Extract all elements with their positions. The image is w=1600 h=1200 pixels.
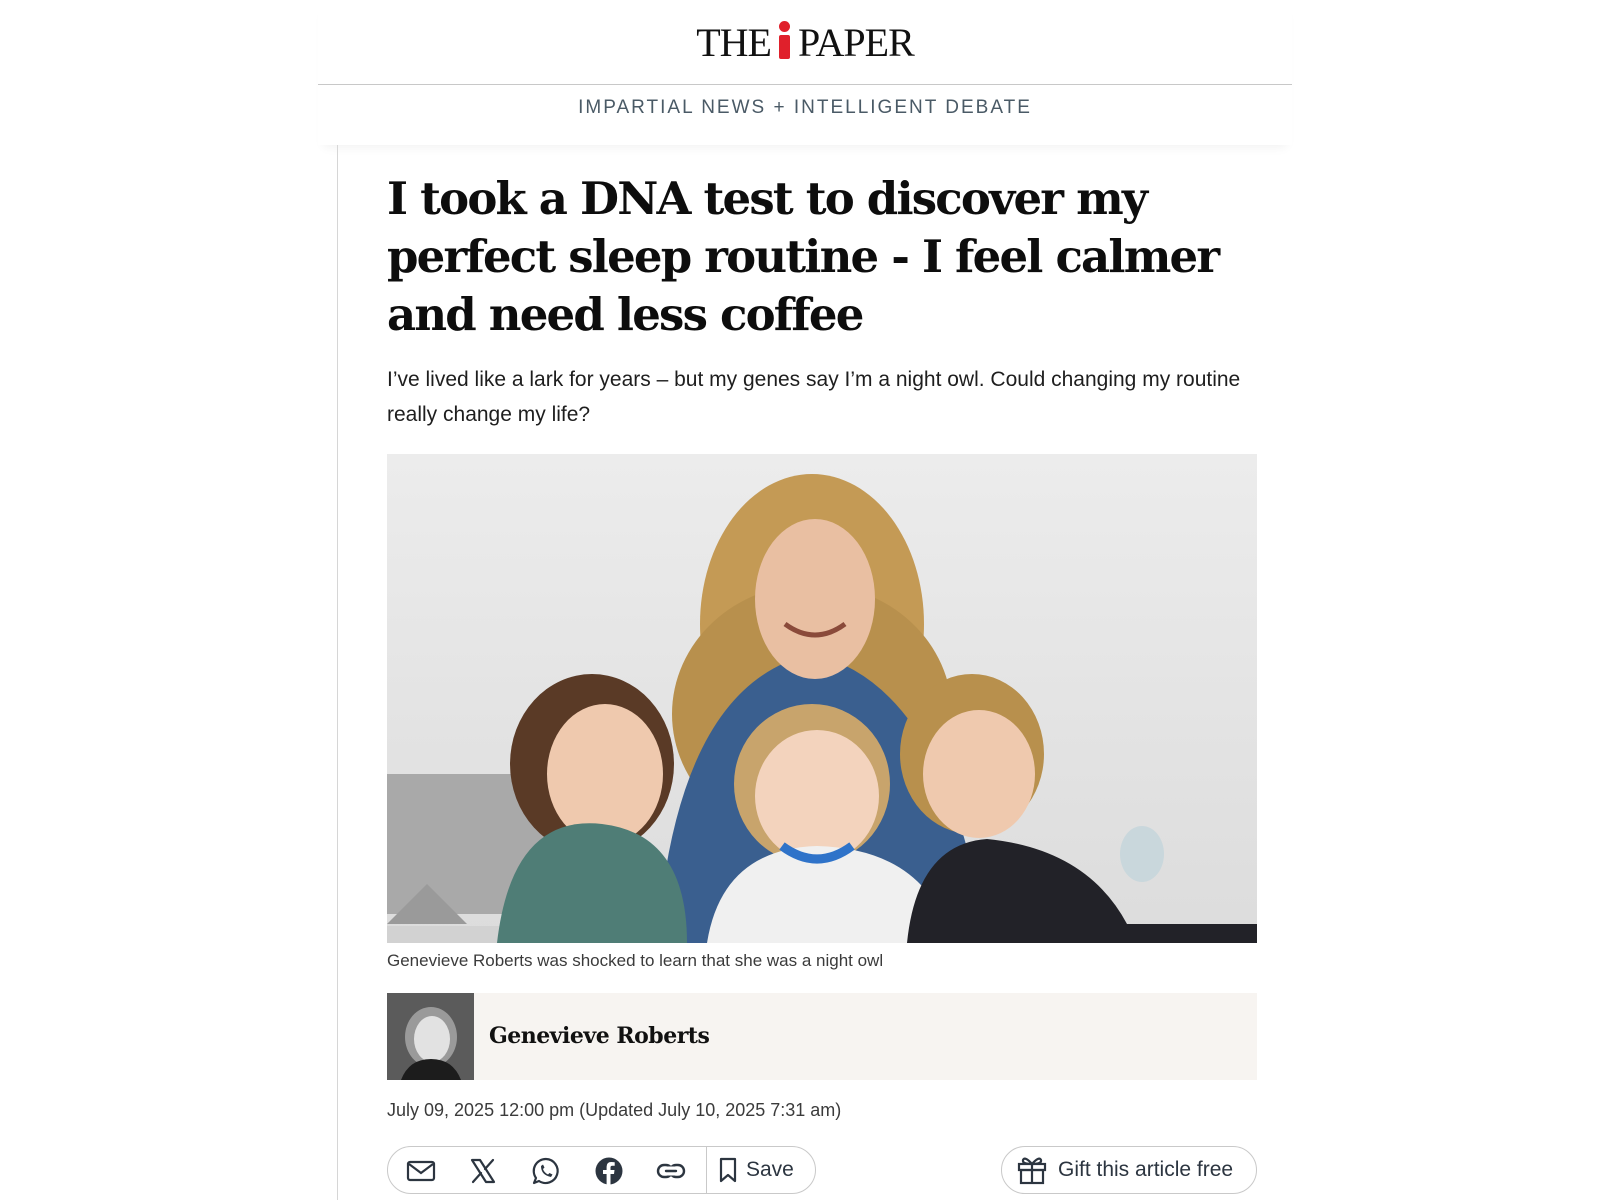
share-bar: Save [387, 1146, 816, 1194]
masthead-divider [318, 84, 1292, 85]
photo-caption: Genevieve Roberts was shocked to learn t… [387, 951, 884, 970]
site-logo[interactable]: THE PAPER [318, 18, 1292, 68]
share-whatsapp-button[interactable] [529, 1154, 563, 1188]
article-headline: I took a DNA test to discover my perfect… [387, 172, 1220, 341]
facebook-icon [595, 1157, 623, 1185]
publish-date: July 09, 2025 12:00 pm (Updated July 10,… [387, 1100, 842, 1120]
column-rule [337, 145, 338, 1200]
save-label: Save [746, 1158, 794, 1181]
share-divider [706, 1147, 707, 1193]
gift-icon [1017, 1157, 1047, 1185]
share-email-button[interactable] [404, 1154, 438, 1188]
author-name[interactable]: Genevieve Roberts [489, 1021, 710, 1051]
bookmark-icon [719, 1157, 737, 1183]
article-standfirst: I’ve lived like a lark for years – but m… [387, 368, 1241, 426]
author-byline[interactable]: Genevieve Roberts [387, 993, 1257, 1080]
email-icon [406, 1160, 436, 1182]
share-x-button[interactable] [466, 1154, 500, 1188]
x-icon [470, 1158, 496, 1184]
gift-label: Gift this article free [1058, 1158, 1234, 1181]
author-avatar[interactable] [387, 993, 474, 1080]
save-button[interactable]: Save [718, 1147, 810, 1193]
logo-i-mark [777, 21, 792, 59]
logo-text-right: PAPER [797, 20, 915, 65]
share-facebook-button[interactable] [592, 1154, 626, 1188]
site-tagline: IMPARTIAL NEWS + INTELLIGENT DEBATE [578, 97, 1032, 118]
masthead: THE PAPER IMPARTIAL NEWS + INTELLIGENT DE… [318, 0, 1292, 145]
hero-photo [387, 454, 1257, 943]
gift-article-button[interactable]: Gift this article free [1001, 1146, 1257, 1194]
hero-photo-illustration [387, 454, 1257, 943]
whatsapp-icon [532, 1157, 559, 1185]
link-icon [656, 1163, 686, 1179]
copy-link-button[interactable] [654, 1154, 688, 1188]
logo-text-left: THE [696, 20, 772, 65]
